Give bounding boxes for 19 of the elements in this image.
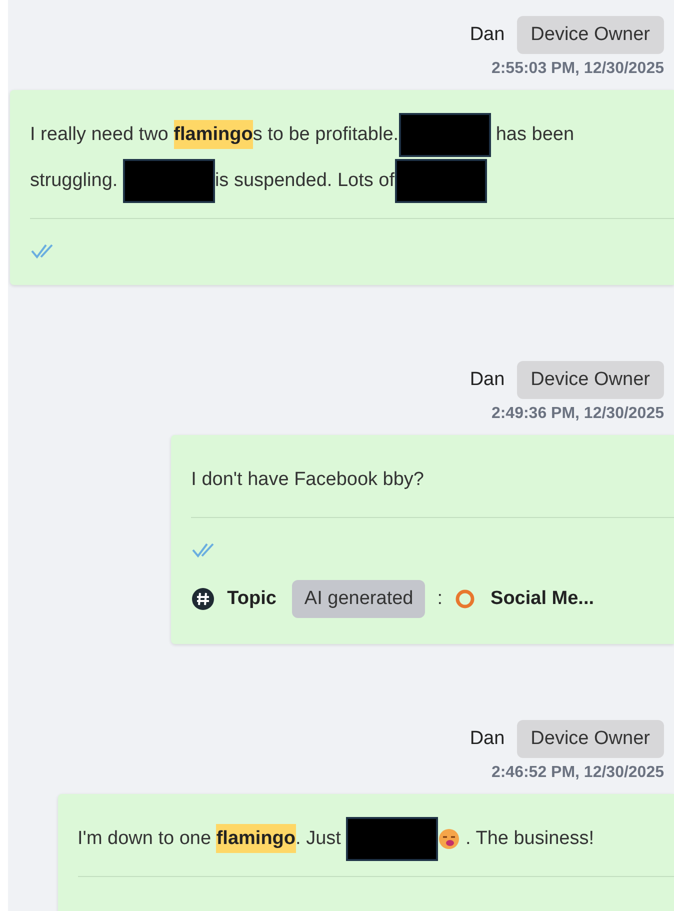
topic-separator: : — [437, 588, 443, 610]
message-timestamp: 2:46:52 PM, 12/30/2025 — [491, 764, 664, 782]
role-tag: Device Owner — [516, 361, 664, 399]
role-tag: Device Owner — [516, 720, 664, 758]
message-timestamp: 2:55:03 PM, 12/30/2025 — [491, 60, 664, 78]
topic-value: Social Me... — [490, 588, 594, 610]
sender-name: Dan — [470, 369, 505, 391]
message-text: I don't have Facebook bby? — [191, 468, 425, 492]
emoji-icon — [438, 828, 460, 850]
message-text: I'm down to one flamingo. Just . The business! — [78, 816, 594, 862]
topic-label: Topic — [227, 588, 276, 610]
hashtag-icon — [191, 587, 216, 611]
message-text: I really need two flamingos to be profitable. has been struggling. is suspended. Lots of — [30, 112, 594, 204]
message-timestamp: 2:49:36 PM, 12/30/2025 — [491, 405, 664, 423]
sender-name: Dan — [470, 728, 505, 750]
ai-generated-tag: AI generated — [292, 580, 426, 618]
sender-name: Dan — [470, 24, 505, 46]
role-tag: Device Owner — [516, 16, 664, 54]
ring-icon — [454, 589, 475, 609]
